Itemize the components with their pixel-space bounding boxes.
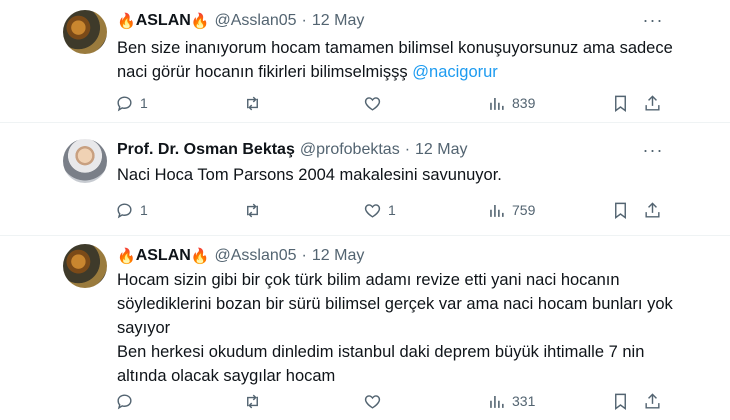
like-button[interactable]: [363, 92, 388, 114]
tweet-text: Naci Hoca Tom Parsons 2004 makalesini sa…: [117, 163, 687, 187]
share-icon: [645, 201, 660, 218]
tweet-actions: 331: [0, 390, 730, 412]
bookmark-icon: [615, 202, 626, 219]
mention-link[interactable]: @nacigorur: [412, 63, 498, 81]
views-count: 839: [512, 95, 536, 111]
share-icon: [645, 94, 660, 111]
like-button[interactable]: 1: [363, 199, 396, 221]
reply-icon: [117, 202, 132, 218]
heart-icon: [364, 203, 381, 218]
flame-emoji: 🔥: [190, 13, 210, 30]
bookmark-button[interactable]: [611, 92, 630, 114]
avatar[interactable]: [63, 244, 107, 288]
avatar[interactable]: [63, 139, 107, 183]
views-count: 331: [512, 393, 536, 409]
retweet-button[interactable]: [243, 390, 268, 412]
reply-icon: [117, 95, 132, 111]
views-button[interactable]: 759: [487, 199, 535, 221]
views-chart-icon: [490, 97, 504, 110]
tweet-text-body: Hocam sizin gibi bir çok türk bilim adam…: [117, 271, 673, 337]
tweet[interactable]: Prof. Dr. Osman Bektaş @profobektas · 12…: [0, 123, 730, 235]
share-icon: [645, 392, 660, 409]
views-count: 759: [512, 202, 536, 218]
user-handle[interactable]: @Asslan05: [214, 12, 296, 30]
tweet-text: Hocam sizin gibi bir çok türk bilim adam…: [117, 268, 687, 388]
share-button[interactable]: [643, 199, 662, 221]
separator-dot: ·: [301, 12, 307, 29]
retweet-icon: [247, 96, 258, 110]
tweet-date[interactable]: 12 May: [312, 247, 364, 265]
display-name[interactable]: ASLAN: [136, 247, 191, 265]
tweet-actions: 1 839: [0, 92, 730, 114]
reply-count: 1: [140, 202, 148, 218]
tweet-text-body: Ben herkesi okudum dinledim istanbul dak…: [117, 343, 645, 385]
bookmark-icon: [615, 393, 626, 410]
reply-count: 1: [140, 95, 148, 111]
share-button[interactable]: [643, 92, 662, 114]
flame-emoji: 🔥: [190, 248, 210, 265]
user-handle[interactable]: @Asslan05: [214, 247, 296, 265]
reply-button[interactable]: [115, 390, 140, 412]
tweet-header: Prof. Dr. Osman Bektaş @profobektas · 12…: [117, 140, 468, 160]
tweet[interactable]: 🔥 ASLAN 🔥 @Asslan05 · 12 May Hocam sizin…: [0, 236, 730, 420]
tweet-actions: 1 1 759: [0, 199, 730, 221]
retweet-icon: [247, 394, 258, 408]
tweet[interactable]: 🔥 ASLAN 🔥 @Asslan05 · 12 May ··· Ben siz…: [0, 0, 730, 122]
bookmark-icon: [615, 95, 626, 112]
retweet-button[interactable]: [243, 92, 268, 114]
bookmark-button[interactable]: [611, 199, 630, 221]
reply-button[interactable]: 1: [115, 92, 148, 114]
bookmark-button[interactable]: [611, 390, 630, 412]
avatar[interactable]: [63, 10, 107, 54]
views-chart-icon: [490, 395, 504, 408]
more-icon[interactable]: ···: [640, 140, 666, 160]
views-button[interactable]: 839: [487, 92, 535, 114]
tweet-text-body: Naci Hoca Tom Parsons 2004 makalesini sa…: [117, 166, 502, 184]
views-chart-icon: [490, 204, 504, 217]
like-button[interactable]: [363, 390, 388, 412]
tweet-date[interactable]: 12 May: [312, 12, 364, 30]
reply-button[interactable]: 1: [115, 199, 148, 221]
display-name[interactable]: ASLAN: [136, 12, 191, 30]
tweet-text-body: Ben size inanıyorum hocam tamamen bilims…: [117, 39, 673, 81]
tweet-text: Ben size inanıyorum hocam tamamen bilims…: [117, 36, 687, 84]
share-button[interactable]: [643, 390, 662, 412]
separator-dot: ·: [301, 247, 307, 264]
display-name[interactable]: Prof. Dr. Osman Bektaş: [117, 141, 295, 159]
separator-dot: ·: [404, 141, 411, 158]
user-handle[interactable]: @profobektas: [300, 141, 400, 159]
views-button[interactable]: 331: [487, 390, 535, 412]
flame-emoji: 🔥: [117, 13, 136, 30]
reply-icon: [117, 393, 132, 409]
heart-icon: [364, 96, 381, 111]
like-count: 1: [388, 202, 396, 218]
tweet-date[interactable]: 12 May: [415, 141, 467, 159]
retweet-icon: [247, 203, 258, 217]
tweet-header: 🔥 ASLAN 🔥 @Asslan05 · 12 May: [117, 246, 364, 266]
tweet-header: 🔥 ASLAN 🔥 @Asslan05 · 12 May: [117, 11, 364, 31]
more-icon[interactable]: ···: [640, 10, 666, 30]
flame-emoji: 🔥: [117, 248, 136, 265]
heart-icon: [364, 394, 381, 409]
retweet-button[interactable]: [243, 199, 268, 221]
